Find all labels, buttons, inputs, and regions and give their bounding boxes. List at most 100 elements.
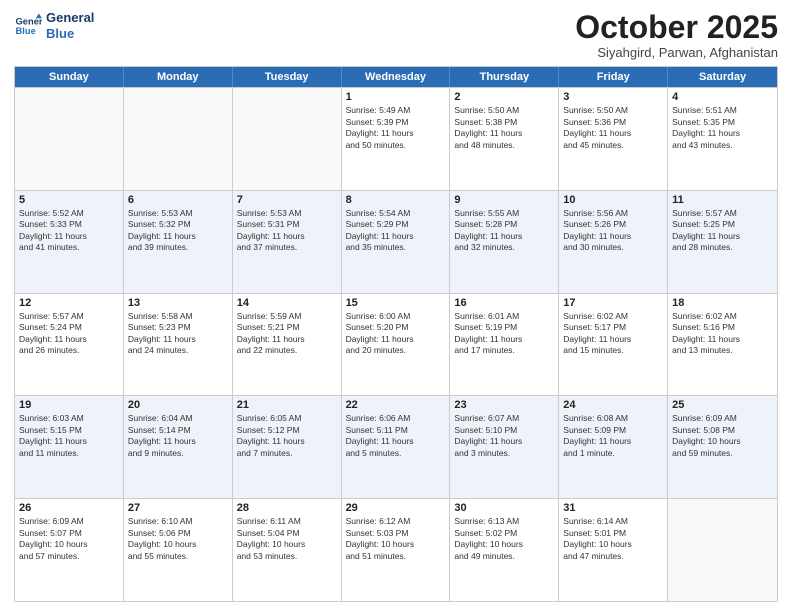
weekday-header: Tuesday [233,67,342,87]
calendar-cell: 21Sunrise: 6:05 AM Sunset: 5:12 PM Dayli… [233,396,342,498]
calendar-cell: 31Sunrise: 6:14 AM Sunset: 5:01 PM Dayli… [559,499,668,601]
day-info: Sunrise: 6:12 AM Sunset: 5:03 PM Dayligh… [346,516,446,562]
calendar-cell: 14Sunrise: 5:59 AM Sunset: 5:21 PM Dayli… [233,294,342,396]
calendar-row: 26Sunrise: 6:09 AM Sunset: 5:07 PM Dayli… [15,498,777,601]
calendar-cell: 29 Sunrise: 6:12 AM Sunset: 5:03 PM Dayli… [342,499,451,601]
calendar-cell: 8 Sunrise: 5:54 AM Sunset: 5:29 PM Daylig… [342,191,451,293]
month-title: October 2025 [575,10,778,45]
day-info: Sunrise: 6:04 AM Sunset: 5:14 PM Dayligh… [128,413,228,459]
day-number: 24 [563,399,663,411]
location-subtitle: Siyahgird, Parwan, Afghanistan [575,45,778,60]
day-number: 30 [454,502,554,514]
calendar-cell: 3 Sunrise: 5:50 AM Sunset: 5:36 PM Daylig… [559,88,668,190]
day-number: 12 [19,297,119,309]
day-info: Sunrise: 6:00 AM Sunset: 5:20 PM Dayligh… [346,311,446,357]
day-info: Sunrise: 5:54 AM Sunset: 5:29 PM Dayligh… [346,208,446,254]
day-info: Sunrise: 6:01 AM Sunset: 5:19 PM Dayligh… [454,311,554,357]
calendar-cell: 13 Sunrise: 5:58 AM Sunset: 5:23 PM Dayli… [124,294,233,396]
calendar-header: SundayMondayTuesdayWednesdayThursdayFrid… [15,67,777,87]
calendar-cell: 23 Sunrise: 6:07 AM Sunset: 5:10 PM Dayli… [450,396,559,498]
day-info: Sunrise: 5:52 AM Sunset: 5:33 PM Dayligh… [19,208,119,254]
day-info: Sunrise: 5:50 AM Sunset: 5:38 PM Dayligh… [454,105,554,151]
day-info: Sunrise: 5:55 AM Sunset: 5:28 PM Dayligh… [454,208,554,254]
day-number: 26 [19,502,119,514]
calendar-cell: 1 Sunrise: 5:49 AM Sunset: 5:39 PM Daylig… [342,88,451,190]
day-number: 15 [346,297,446,309]
weekday-header: Saturday [668,67,777,87]
day-info: Sunrise: 6:02 AM Sunset: 5:16 PM Dayligh… [672,311,773,357]
calendar-cell [15,88,124,190]
calendar-cell: 22 Sunrise: 6:06 AM Sunset: 5:11 PM Dayli… [342,396,451,498]
calendar-cell: 26Sunrise: 6:09 AM Sunset: 5:07 PM Dayli… [15,499,124,601]
day-number: 1 [346,91,446,103]
calendar: SundayMondayTuesdayWednesdayThursdayFrid… [14,66,778,602]
calendar-cell: 7 Sunrise: 5:53 AM Sunset: 5:31 PM Daylig… [233,191,342,293]
day-info: Sunrise: 5:50 AM Sunset: 5:36 PM Dayligh… [563,105,663,151]
calendar-cell [233,88,342,190]
logo: General Blue General Blue [14,10,94,41]
day-number: 16 [454,297,554,309]
calendar-cell: 9 Sunrise: 5:55 AM Sunset: 5:28 PM Daylig… [450,191,559,293]
day-info: Sunrise: 6:14 AM Sunset: 5:01 PM Dayligh… [563,516,663,562]
day-info: Sunrise: 5:59 AM Sunset: 5:21 PM Dayligh… [237,311,337,357]
calendar-cell: 20 Sunrise: 6:04 AM Sunset: 5:14 PM Dayli… [124,396,233,498]
day-info: Sunrise: 5:56 AM Sunset: 5:26 PM Dayligh… [563,208,663,254]
day-info: Sunrise: 6:13 AM Sunset: 5:02 PM Dayligh… [454,516,554,562]
calendar-row: 19Sunrise: 6:03 AM Sunset: 5:15 PM Dayli… [15,395,777,498]
page: General Blue General Blue October 2025 S… [0,0,792,612]
day-info: Sunrise: 6:07 AM Sunset: 5:10 PM Dayligh… [454,413,554,459]
day-number: 29 [346,502,446,514]
calendar-cell: 15 Sunrise: 6:00 AM Sunset: 5:20 PM Dayli… [342,294,451,396]
day-info: Sunrise: 5:53 AM Sunset: 5:31 PM Dayligh… [237,208,337,254]
day-number: 7 [237,194,337,206]
day-number: 21 [237,399,337,411]
day-number: 13 [128,297,228,309]
calendar-cell [668,499,777,601]
day-number: 5 [19,194,119,206]
day-number: 10 [563,194,663,206]
day-info: Sunrise: 5:57 AM Sunset: 5:25 PM Dayligh… [672,208,773,254]
logo-icon: General Blue [14,12,42,40]
calendar-cell: 16 Sunrise: 6:01 AM Sunset: 5:19 PM Dayli… [450,294,559,396]
day-number: 25 [672,399,773,411]
day-info: Sunrise: 5:57 AM Sunset: 5:24 PM Dayligh… [19,311,119,357]
calendar-row: 12 Sunrise: 5:57 AM Sunset: 5:24 PM Dayli… [15,293,777,396]
day-number: 4 [672,91,773,103]
weekday-header: Wednesday [342,67,451,87]
day-number: 23 [454,399,554,411]
day-info: Sunrise: 6:06 AM Sunset: 5:11 PM Dayligh… [346,413,446,459]
logo-line2: Blue [46,26,94,42]
calendar-body: 1 Sunrise: 5:49 AM Sunset: 5:39 PM Daylig… [15,87,777,601]
day-number: 3 [563,91,663,103]
day-number: 9 [454,194,554,206]
day-number: 17 [563,297,663,309]
weekday-header: Friday [559,67,668,87]
day-number: 8 [346,194,446,206]
day-info: Sunrise: 5:58 AM Sunset: 5:23 PM Dayligh… [128,311,228,357]
day-number: 22 [346,399,446,411]
calendar-cell: 10 Sunrise: 5:56 AM Sunset: 5:26 PM Dayli… [559,191,668,293]
calendar-cell: 17Sunrise: 6:02 AM Sunset: 5:17 PM Dayli… [559,294,668,396]
day-info: Sunrise: 5:53 AM Sunset: 5:32 PM Dayligh… [128,208,228,254]
day-info: Sunrise: 5:49 AM Sunset: 5:39 PM Dayligh… [346,105,446,151]
day-number: 18 [672,297,773,309]
weekday-header: Thursday [450,67,559,87]
calendar-cell [124,88,233,190]
day-info: Sunrise: 5:51 AM Sunset: 5:35 PM Dayligh… [672,105,773,151]
calendar-cell: 4 Sunrise: 5:51 AM Sunset: 5:35 PM Daylig… [668,88,777,190]
day-info: Sunrise: 6:10 AM Sunset: 5:06 PM Dayligh… [128,516,228,562]
calendar-cell: 19Sunrise: 6:03 AM Sunset: 5:15 PM Dayli… [15,396,124,498]
day-number: 27 [128,502,228,514]
logo-line1: General [46,10,94,26]
day-info: Sunrise: 6:11 AM Sunset: 5:04 PM Dayligh… [237,516,337,562]
day-number: 20 [128,399,228,411]
header: General Blue General Blue October 2025 S… [14,10,778,60]
calendar-row: 5 Sunrise: 5:52 AM Sunset: 5:33 PM Daylig… [15,190,777,293]
day-number: 6 [128,194,228,206]
calendar-cell: 27 Sunrise: 6:10 AM Sunset: 5:06 PM Dayli… [124,499,233,601]
day-number: 28 [237,502,337,514]
calendar-cell: 30 Sunrise: 6:13 AM Sunset: 5:02 PM Dayli… [450,499,559,601]
calendar-cell: 5 Sunrise: 5:52 AM Sunset: 5:33 PM Daylig… [15,191,124,293]
day-info: Sunrise: 6:08 AM Sunset: 5:09 PM Dayligh… [563,413,663,459]
weekday-header: Sunday [15,67,124,87]
